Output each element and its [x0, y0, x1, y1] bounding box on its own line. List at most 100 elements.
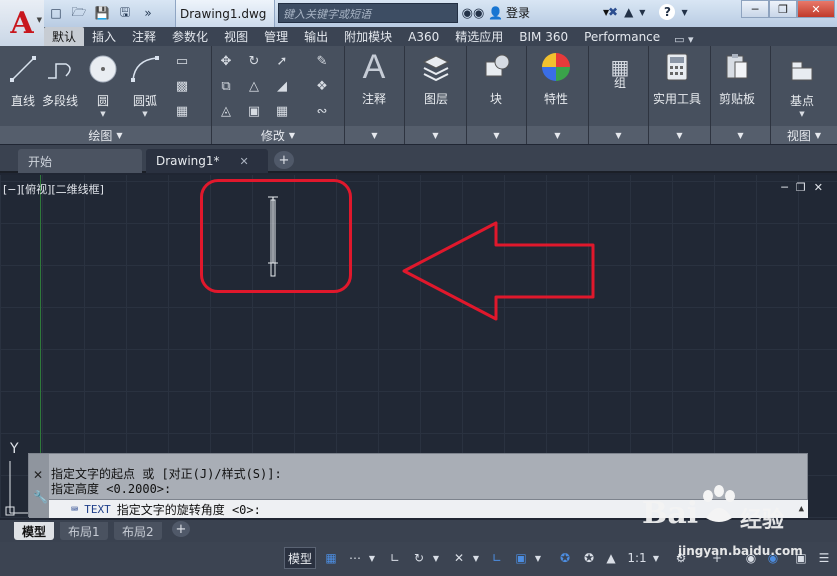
- polar-icon[interactable]: ↻: [408, 547, 430, 569]
- ribbon-minimize-icon[interactable]: ▭ ▾: [674, 33, 693, 46]
- region-icon[interactable]: ▦: [172, 102, 192, 120]
- tab-model[interactable]: 模型: [14, 522, 55, 540]
- open-folder-icon[interactable]: 🗁: [69, 4, 89, 22]
- utilities-tool[interactable]: 实用工具: [653, 50, 701, 107]
- annotation-visibility-icon[interactable]: ✪: [554, 547, 576, 569]
- close-icon[interactable]: ✕: [33, 468, 43, 482]
- viewport-controls-label[interactable]: [−][俯视][二维线框]: [3, 181, 104, 197]
- chevron-down-icon[interactable]: ▼: [430, 547, 442, 569]
- tab-drawing1[interactable]: Drawing1* ✕: [146, 149, 268, 173]
- new-file-icon[interactable]: □: [46, 4, 66, 22]
- array-icon[interactable]: ▦: [272, 102, 292, 120]
- properties-tool[interactable]: 特性: [539, 50, 573, 107]
- ribbon-tab-3[interactable]: 参数化: [164, 27, 216, 46]
- circle-tool[interactable]: 圆 ▼: [86, 52, 120, 118]
- binoculars-icon[interactable]: ◉◉: [461, 4, 485, 22]
- view-panel-footer[interactable]: 视图 ▼: [771, 126, 837, 144]
- ribbon-tab-9[interactable]: 精选应用: [447, 27, 511, 46]
- ribbon-tab-0[interactable]: 默认: [44, 27, 85, 46]
- snap-icon[interactable]: ⋯: [344, 547, 366, 569]
- move-icon[interactable]: ✥: [216, 52, 236, 70]
- grid-icon[interactable]: ▦: [320, 547, 342, 569]
- restore-icon[interactable]: ❐: [769, 0, 797, 18]
- exchange-icon[interactable]: ✖: [608, 5, 618, 19]
- layers-tool[interactable]: 图层: [419, 50, 453, 107]
- dynamic-input-icon[interactable]: ∟: [486, 547, 508, 569]
- chevron-down-icon[interactable]: ▼: [470, 547, 482, 569]
- search-input[interactable]: 键入关键字或短语: [278, 3, 458, 23]
- annotation-panel-footer[interactable]: ▼: [345, 126, 404, 144]
- chevron-down-icon[interactable]: ▼: [681, 8, 687, 17]
- polyline-tool[interactable]: 多段线: [42, 52, 78, 109]
- rotate-icon[interactable]: ↻: [244, 52, 264, 70]
- close-icon[interactable]: ✕: [797, 0, 835, 18]
- qat-more-icon[interactable]: »: [138, 4, 158, 22]
- ribbon-tab-6[interactable]: 输出: [296, 27, 336, 46]
- application-menu-button[interactable]: A ▼: [0, 0, 44, 48]
- annotation-tool[interactable]: A 注释: [357, 48, 391, 107]
- new-tab-button[interactable]: +: [274, 151, 294, 169]
- y-axis-label: Y: [10, 441, 19, 457]
- help-icon[interactable]: ?: [659, 4, 676, 20]
- mirror-icon[interactable]: △: [244, 77, 264, 95]
- close-icon[interactable]: ✕: [814, 181, 823, 194]
- save-icon[interactable]: 💾: [92, 4, 112, 22]
- save-as-icon[interactable]: 🖫: [115, 4, 135, 22]
- utilities-panel-footer[interactable]: ▼: [649, 126, 710, 144]
- line-tool[interactable]: 直线: [6, 52, 40, 109]
- block-panel-footer[interactable]: ▼: [467, 126, 526, 144]
- autodesk-360-icon[interactable]: ▲: [624, 5, 633, 19]
- draw-panel-footer[interactable]: 绘图 ▼: [0, 126, 211, 144]
- lineweight-icon[interactable]: ▣: [510, 547, 532, 569]
- chevron-down-icon[interactable]: ▼: [366, 547, 378, 569]
- tab-layout1[interactable]: 布局1: [60, 522, 108, 540]
- scale-icon[interactable]: ▣: [244, 102, 264, 120]
- erase-icon[interactable]: ✎: [312, 52, 332, 70]
- chevron-down-icon: ▼: [116, 130, 123, 140]
- osnap-icon[interactable]: ✕: [448, 547, 470, 569]
- explode-icon[interactable]: ❖: [312, 77, 332, 95]
- new-layout-button[interactable]: +: [172, 521, 190, 537]
- clipboard-tool[interactable]: 剪贴板: [719, 50, 755, 107]
- wrench-icon[interactable]: 🔧: [33, 490, 48, 504]
- group-tool[interactable]: ▦ 组: [603, 50, 637, 91]
- command-window-grip[interactable]: [29, 454, 49, 518]
- clipboard-panel-footer[interactable]: ▼: [711, 126, 770, 144]
- trim-icon[interactable]: ➚: [272, 52, 292, 70]
- ribbon-tab-11[interactable]: Performance: [576, 27, 668, 46]
- model-space-button[interactable]: 模型: [284, 547, 316, 569]
- arc-tool[interactable]: 圆弧 ▼: [128, 52, 162, 118]
- base-point-tool[interactable]: 基点 ▼: [785, 54, 819, 118]
- ribbon-tab-10[interactable]: BIM 360: [511, 27, 576, 46]
- minimize-icon[interactable]: ─: [781, 181, 788, 194]
- ortho-icon[interactable]: ∟: [384, 547, 406, 569]
- chevron-down-icon[interactable]: ▼: [532, 547, 544, 569]
- tab-start[interactable]: 开始: [18, 149, 142, 173]
- modify-panel-footer[interactable]: 修改 ▼: [212, 126, 344, 144]
- ribbon-tab-4[interactable]: 视图: [216, 27, 256, 46]
- block-tool[interactable]: 块: [479, 50, 513, 107]
- offset-icon[interactable]: ∾: [312, 102, 332, 120]
- group-panel-footer[interactable]: ▼: [589, 126, 648, 144]
- restore-icon[interactable]: ❐: [796, 181, 806, 194]
- ribbon-tab-1[interactable]: 插入: [84, 27, 124, 46]
- stretch-icon[interactable]: ◬: [216, 102, 236, 120]
- annotation-autoscale-icon[interactable]: ✪: [578, 547, 600, 569]
- block-icon: [479, 50, 513, 84]
- copy-icon[interactable]: ⧉: [216, 77, 236, 95]
- hatch-icon[interactable]: ▩: [172, 77, 192, 95]
- ribbon-tab-7[interactable]: 附加模块: [336, 27, 400, 46]
- fillet-icon[interactable]: ◢: [272, 77, 292, 95]
- properties-panel-footer[interactable]: ▼: [527, 126, 588, 144]
- layers-panel-footer[interactable]: ▼: [405, 126, 466, 144]
- tab-layout2[interactable]: 布局2: [114, 522, 162, 540]
- minimize-icon[interactable]: ─: [741, 0, 769, 18]
- watermark-brand-zh: 经验: [740, 508, 785, 533]
- chevron-down-icon[interactable]: ▼: [639, 8, 645, 17]
- ribbon-tab-5[interactable]: 管理: [256, 27, 296, 46]
- ribbon-tab-2[interactable]: 注释: [124, 27, 164, 46]
- close-tab-icon[interactable]: ✕: [240, 155, 249, 168]
- rectangle-icon[interactable]: ▭: [172, 52, 192, 70]
- ribbon-tab-8[interactable]: A360: [400, 27, 447, 46]
- annotation-scale-icon[interactable]: ▲: [600, 547, 622, 569]
